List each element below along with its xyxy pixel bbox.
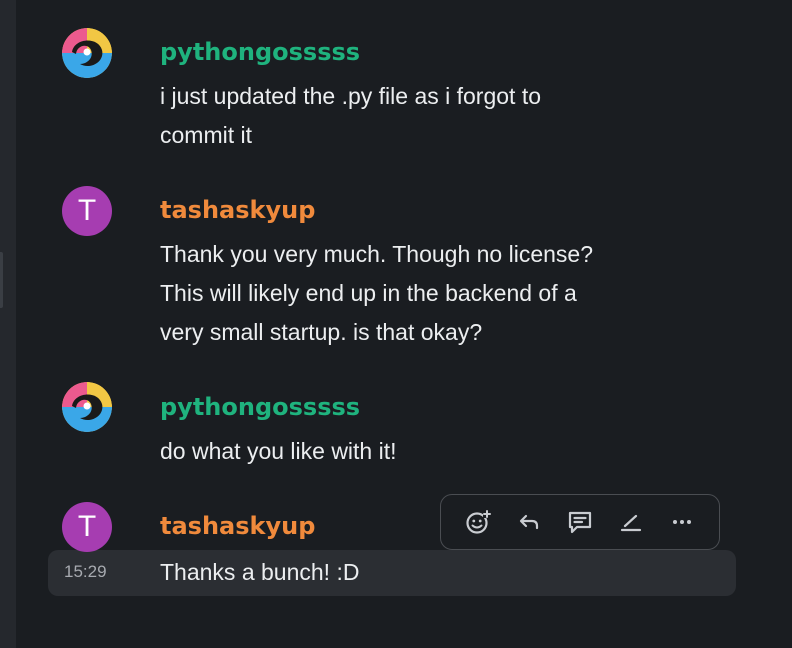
- message-author[interactable]: tashaskyup: [160, 196, 315, 224]
- avatar[interactable]: T: [62, 502, 112, 552]
- avatar[interactable]: [62, 382, 112, 432]
- message-author[interactable]: pythongosssss: [160, 38, 360, 66]
- message-text-line: i just updated the .py file as i forgot …: [160, 83, 542, 109]
- message-text-line: very small startup. is that okay?: [160, 319, 483, 345]
- more-options-button[interactable]: [664, 504, 700, 540]
- message-action-toolbar: [440, 494, 720, 550]
- edit-button[interactable]: [613, 504, 649, 540]
- add-reaction-button[interactable]: [460, 504, 496, 540]
- colorful-face-avatar-icon: [62, 28, 112, 78]
- thread-button[interactable]: [562, 504, 598, 540]
- message-text-line: Thank you very much. Though no license?: [160, 241, 593, 267]
- colorful-face-avatar-icon: [62, 382, 112, 432]
- avatar-letter: T: [77, 510, 97, 543]
- left-panel-edge: [0, 0, 16, 648]
- reply-icon: [520, 514, 539, 530]
- message-text-line: Thanks a bunch! :D: [160, 559, 360, 585]
- message-author[interactable]: pythongosssss: [160, 393, 360, 421]
- message-text-line: commit it: [160, 122, 252, 148]
- thread-icon: [568, 511, 592, 534]
- avatar[interactable]: [62, 28, 112, 78]
- avatar-letter: T: [77, 194, 97, 227]
- more-options-icon: [672, 520, 691, 524]
- panel-resize-handle[interactable]: [0, 252, 3, 308]
- message-text-line: This will likely end up in the backend o…: [160, 280, 577, 306]
- avatar[interactable]: T: [62, 186, 112, 236]
- add-reaction-icon: [466, 510, 492, 534]
- reply-button[interactable]: [511, 504, 547, 540]
- message-timestamp: 15:29: [64, 562, 107, 581]
- hovered-message-row[interactable]: [48, 550, 736, 596]
- edit-icon: [620, 514, 641, 532]
- message-author[interactable]: tashaskyup: [160, 512, 315, 540]
- message-text-line: do what you like with it!: [160, 438, 397, 464]
